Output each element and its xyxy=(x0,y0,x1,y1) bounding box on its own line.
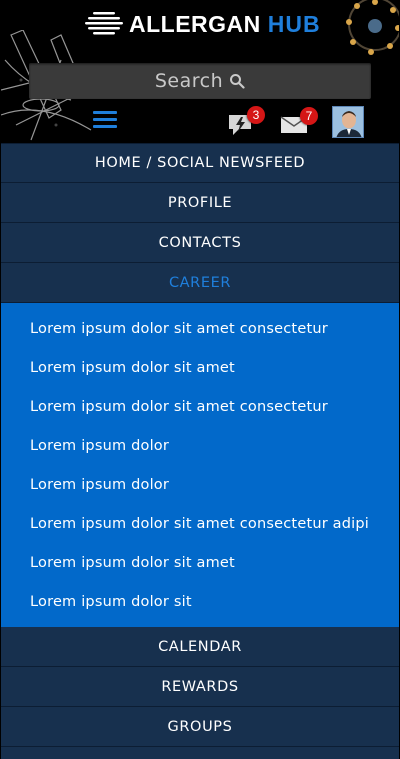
allergan-hub-logo[interactable]: ALLERGAN HUB xyxy=(85,10,321,38)
search-icon xyxy=(230,74,245,89)
nav-item-rewards[interactable]: REWARDS xyxy=(1,667,399,707)
submenu-item[interactable]: Lorem ipsum dolor xyxy=(1,465,399,504)
nav-item-label: CONTACTS xyxy=(158,234,242,251)
nav-item-label: GROUPS xyxy=(167,718,233,735)
submenu-item[interactable]: Lorem ipsum dolor sit amet xyxy=(1,348,399,387)
nav-item-label: CAREER xyxy=(168,274,232,291)
flower-decoration-image xyxy=(346,0,399,55)
logo-hub-text: HUB xyxy=(267,10,321,37)
nav-item-label: HOME / SOCIAL NEWSFEED xyxy=(94,155,306,171)
user-portrait-image xyxy=(333,107,363,137)
alerts-button[interactable]: 3 xyxy=(227,106,265,137)
messages-count-badge: 7 xyxy=(300,107,318,125)
main-nav: HOME / SOCIAL NEWSFEED PROFILE CONTACTS … xyxy=(1,143,399,747)
career-submenu: Lorem ipsum dolor sit amet consectetur L… xyxy=(1,303,399,627)
nav-item-groups[interactable]: GROUPS xyxy=(1,707,399,747)
submenu-item[interactable]: Lorem ipsum dolor xyxy=(1,426,399,465)
nav-item-label: REWARDS xyxy=(161,678,239,695)
submenu-item[interactable]: Lorem ipsum dolor sit amet consectetur a… xyxy=(1,504,399,543)
nav-item-contacts[interactable]: CONTACTS xyxy=(1,223,399,263)
nav-item-calendar[interactable]: CALENDAR xyxy=(1,627,399,667)
submenu-item[interactable]: Lorem ipsum dolor sit amet consectetur xyxy=(1,387,399,426)
search-input[interactable]: Search xyxy=(29,63,371,99)
app-screen: ALLERGAN HUB Search 3 7 HOME / SOCIAL NE… xyxy=(0,0,400,759)
search-placeholder: Search xyxy=(154,70,224,92)
nav-item-career[interactable]: CAREER xyxy=(1,263,399,303)
nav-item-profile[interactable]: PROFILE xyxy=(1,183,399,223)
logo-stripes-icon xyxy=(85,12,123,35)
submenu-item[interactable]: Lorem ipsum dolor sit amet xyxy=(1,543,399,582)
user-avatar[interactable] xyxy=(332,106,364,138)
submenu-item[interactable]: Lorem ipsum dolor sit xyxy=(1,582,399,621)
hamburger-menu-icon[interactable] xyxy=(93,111,117,129)
alerts-count-badge: 3 xyxy=(247,106,265,124)
nav-item-home[interactable]: HOME / SOCIAL NEWSFEED xyxy=(1,143,399,183)
messages-button[interactable]: 7 xyxy=(280,107,320,137)
submenu-item[interactable]: Lorem ipsum dolor sit amet consectetur xyxy=(1,309,399,348)
nav-item-label: PROFILE xyxy=(167,194,233,211)
nav-item-label: CALENDAR xyxy=(158,638,242,655)
logo-text: ALLERGAN xyxy=(129,10,261,37)
header: ALLERGAN HUB Search 3 7 xyxy=(1,0,399,143)
